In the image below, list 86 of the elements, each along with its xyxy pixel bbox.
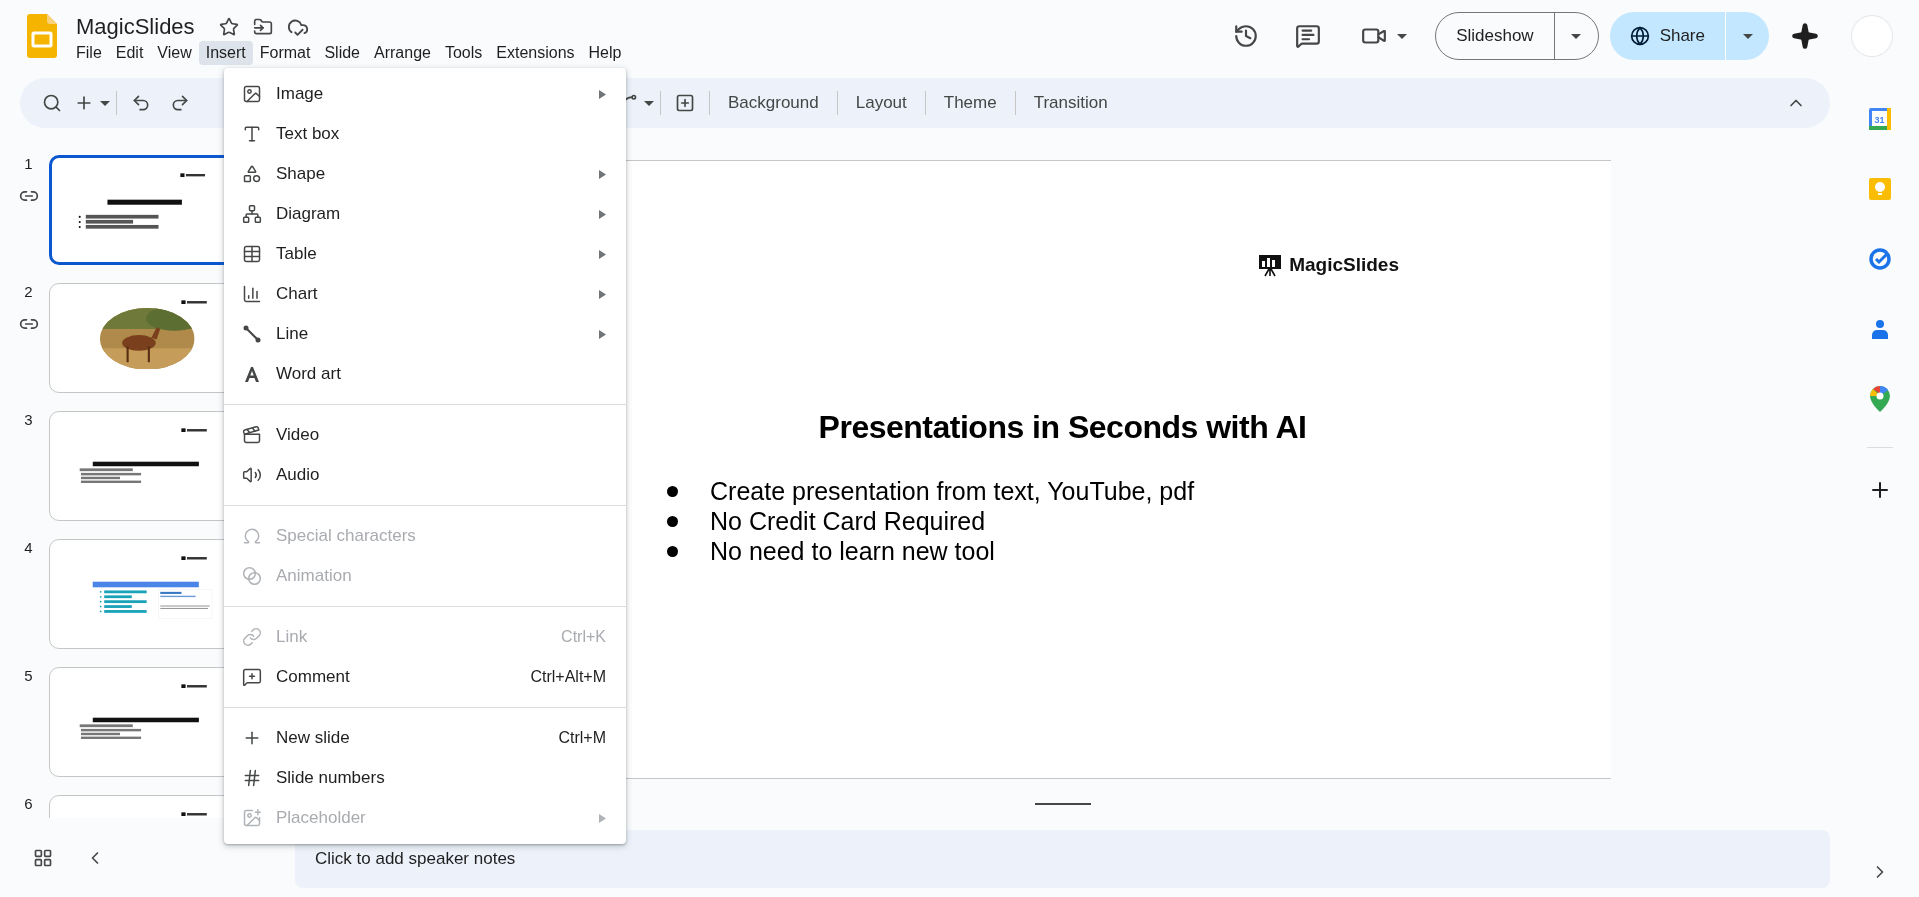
shapes-icon: [242, 164, 262, 184]
image-plus-icon: [242, 808, 262, 828]
bullet-text: No need to learn new tool: [710, 536, 995, 566]
undo-icon[interactable]: [131, 93, 151, 113]
logo-icon: [180, 299, 207, 305]
menu-item[interactable]: Tools: [437, 40, 490, 65]
menu-option[interactable]: Comment Ctrl+Alt+M: [224, 657, 626, 697]
comment-icon[interactable]: [1295, 23, 1322, 49]
search-icon[interactable]: [42, 93, 62, 113]
word-art-icon: [242, 364, 262, 384]
menu-option[interactable]: Line: [224, 314, 626, 354]
toolbar-button[interactable]: Layout: [843, 87, 919, 119]
toolbar-button[interactable]: Transition: [1021, 87, 1120, 119]
sparkle-icon[interactable]: [1791, 22, 1819, 50]
slide-title: Presentations in Seconds with AI: [817, 409, 1308, 446]
slide-number: 3: [24, 411, 33, 428]
grid-view-icon[interactable]: [33, 847, 53, 868]
star-icon[interactable]: [218, 16, 239, 37]
menu-item[interactable]: Extensions: [489, 40, 582, 65]
menu-option[interactable]: Word art: [224, 354, 626, 394]
menu-item[interactable]: Arrange: [367, 40, 438, 65]
logo-icon: [180, 811, 207, 817]
logo-icon: [179, 173, 206, 178]
logo-icon: [180, 683, 207, 689]
logo-icon: [180, 427, 207, 433]
caret-icon: [644, 100, 654, 106]
bullet-text: Create presentation from text, YouTube, pdf: [710, 476, 1195, 506]
menu-item[interactable]: View: [150, 40, 199, 65]
check-circle-icon[interactable]: [1868, 247, 1892, 271]
menu-item[interactable]: Insert: [198, 40, 253, 65]
calendar-icon[interactable]: 31: [1868, 107, 1892, 131]
caret-icon: [1397, 33, 1408, 39]
speaker-icon: [242, 465, 262, 485]
history-icon[interactable]: [1233, 23, 1260, 49]
slide-number: 1: [24, 155, 33, 172]
bullet-dot: [667, 485, 678, 497]
slide-number: 4: [24, 539, 33, 556]
menu-option[interactable]: Video: [224, 415, 626, 455]
menu-item[interactable]: Format: [252, 40, 318, 65]
menu-option[interactable]: Slide numbers: [224, 758, 626, 798]
logo-icon: [180, 555, 207, 561]
logo-text: MagicSlides: [1289, 254, 1399, 276]
speaker-notes-field[interactable]: Click to add speaker notes: [295, 829, 1830, 888]
folder-move-icon[interactable]: [252, 16, 273, 37]
menu-item[interactable]: Help: [581, 40, 629, 65]
menu-option[interactable]: Audio: [224, 455, 626, 495]
menu-item[interactable]: File: [69, 40, 109, 65]
menu-item[interactable]: Slide: [317, 40, 367, 65]
slide-number: 2: [24, 283, 33, 300]
link-icon: [242, 627, 262, 647]
image-icon: [242, 84, 262, 104]
toolbar-button[interactable]: Theme: [931, 87, 1009, 119]
menu-option[interactable]: Text box: [224, 114, 626, 154]
globe-icon: [1629, 26, 1650, 46]
film-icon: [242, 425, 262, 445]
menu-item[interactable]: Edit: [108, 40, 151, 65]
menu-option[interactable]: New slide Ctrl+M: [224, 718, 626, 758]
comment-plus-icon: [242, 667, 262, 687]
menu-option[interactable]: Chart: [224, 274, 626, 314]
bullet-dot: [667, 515, 678, 527]
hash-icon: [242, 768, 262, 788]
line-icon: [242, 324, 262, 344]
caret-icon: [1571, 33, 1582, 39]
menu-option[interactable]: Shape: [224, 154, 626, 194]
slide-number: 5: [24, 667, 33, 684]
bullet-dot: [667, 545, 678, 557]
text-icon: [242, 124, 262, 144]
redo-icon[interactable]: [170, 93, 190, 113]
menu-option[interactable]: Table: [224, 234, 626, 274]
caret-icon: [100, 100, 110, 106]
bullet-text: No Credit Card Required: [710, 506, 986, 536]
map-pin-icon[interactable]: [1870, 386, 1890, 412]
document-title[interactable]: MagicSlides: [76, 13, 195, 40]
diagram-icon: [242, 204, 262, 224]
chart-icon: [242, 284, 262, 304]
menu-option[interactable]: Image: [224, 74, 626, 114]
presentation-board-icon: [1258, 253, 1283, 277]
table-icon: [242, 244, 262, 264]
omega-icon: [242, 526, 262, 546]
toolbar-button[interactable]: Background: [716, 87, 831, 119]
circles-icon: [242, 566, 262, 586]
resize-handle[interactable]: [1034, 803, 1091, 805]
slide-number: 6: [24, 795, 33, 812]
caret-icon: [1742, 33, 1753, 39]
add-comment-icon[interactable]: [675, 93, 695, 113]
menu-option[interactable]: Diagram: [224, 194, 626, 234]
